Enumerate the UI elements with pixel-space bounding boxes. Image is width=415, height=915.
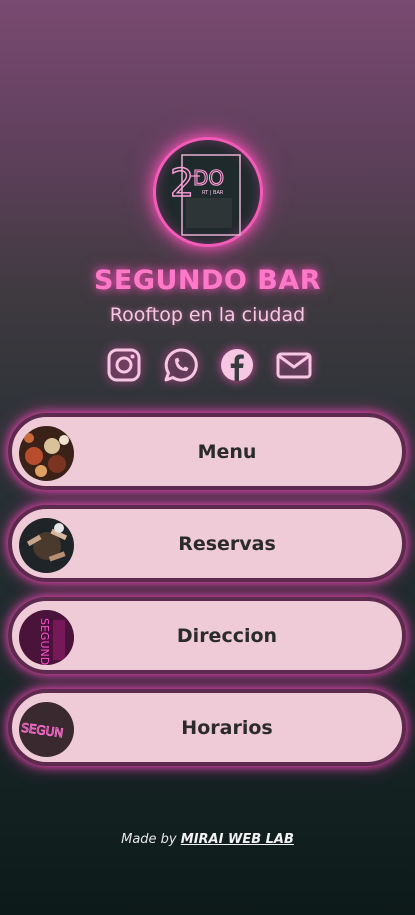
footer-link[interactable]: MIRAI WEB LAB (181, 832, 294, 847)
footer-prefix: Made by (121, 832, 177, 847)
reservas-button[interactable]: Reservas (8, 505, 406, 582)
logo-number: 2 (170, 161, 194, 205)
direccion-button[interactable]: SEGUNDO Direccion (8, 597, 406, 674)
page-title: SEGUNDO BAR (93, 265, 322, 296)
logo: 2 DO RT | BAR (153, 137, 263, 247)
menu-button-label: Menu (197, 440, 257, 463)
logo-graphic: 2 DO RT | BAR (169, 154, 241, 236)
reservas-button-label: Reservas (178, 532, 276, 555)
logo-do: DO (193, 166, 224, 190)
mail-icon[interactable] (275, 346, 313, 384)
menu-button[interactable]: Menu (8, 413, 406, 490)
horarios-button-label: Horarios (181, 716, 273, 739)
whatsapp-icon[interactable] (162, 346, 200, 384)
logo-small-text: RT | BAR (202, 190, 224, 196)
page-subtitle: Rooftop en la ciudad (109, 304, 306, 326)
social-links (105, 346, 315, 386)
facebook-icon[interactable] (218, 346, 256, 384)
footer-credit: Made by MIRAI WEB LAB (0, 832, 415, 847)
direccion-button-label: Direccion (176, 624, 278, 647)
horarios-button[interactable]: SEGUN Horarios (8, 689, 406, 766)
instagram-icon[interactable] (105, 346, 143, 384)
